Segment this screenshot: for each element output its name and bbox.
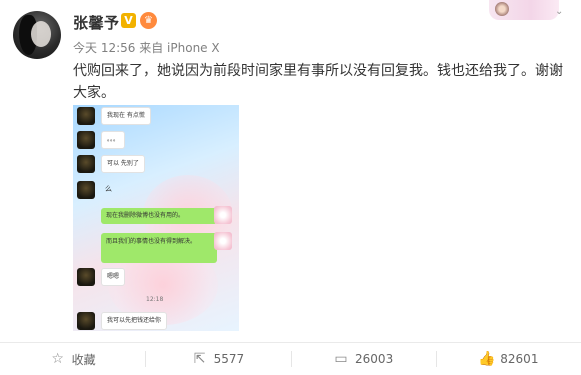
favorite-label: 收藏 xyxy=(71,352,96,367)
comment-icon: ▭ xyxy=(334,351,348,367)
forward-button[interactable]: ⇱ 5577 xyxy=(145,343,290,375)
chat-avatar xyxy=(77,107,95,125)
share-icon: ⇱ xyxy=(193,351,206,367)
forward-count: 5577 xyxy=(213,352,245,366)
chat-bubble: 我现在 有点慌 xyxy=(101,107,151,125)
post-timestamp[interactable]: 今天 12:56 xyxy=(73,41,135,55)
chat-avatar xyxy=(77,268,95,286)
comment-count: 26003 xyxy=(355,352,394,366)
post-source[interactable]: 来自 iPhone X xyxy=(139,41,219,55)
favorite-button[interactable]: ☆ 收藏 xyxy=(0,343,145,375)
chat-bubble: 我可以先把钱还给你 xyxy=(101,312,168,330)
chat-avatar xyxy=(77,155,95,173)
chat-avatar xyxy=(214,206,232,224)
avatar[interactable] xyxy=(13,11,61,59)
weibo-post: 张馨予 V ♛ 今天 12:56 来自 iPhone X ⌄ 代购回来了，她说因… xyxy=(0,0,581,375)
chat-bubble: 嗯嗯 xyxy=(101,268,126,286)
thumbs-up-icon: 👍 xyxy=(478,351,496,367)
chat-avatar xyxy=(77,312,95,330)
post-meta: 今天 12:56 来自 iPhone X xyxy=(73,39,220,56)
vip-badge[interactable]: V xyxy=(121,13,136,28)
action-bar: ☆ 收藏 ⇱ 5577 ▭ 26003 👍 82601 xyxy=(0,343,581,375)
username[interactable]: 张馨予 xyxy=(73,12,120,33)
chat-text: 么 xyxy=(105,185,112,193)
chat-time: 12:18 xyxy=(146,296,164,303)
member-crown-icon[interactable]: ♛ xyxy=(140,12,157,29)
post-image[interactable]: 我现在 有点慌 。。。 可以 先别了 么 现在我删除微博也没有用的。 而且我们的… xyxy=(73,105,239,331)
post-text: 代购回来了，她说因为前段时间家里有事所以没有回复我。钱也还给我了。谢谢大家。 xyxy=(73,63,563,101)
chat-avatar xyxy=(214,232,232,250)
like-count: 82601 xyxy=(500,352,539,366)
chat-bubble-green: 现在我删除微博也没有用的。 xyxy=(101,208,217,224)
chat-bubble: 可以 先别了 xyxy=(101,155,145,173)
chat-avatar xyxy=(77,131,95,149)
card-decoration xyxy=(489,0,559,20)
chat-avatar xyxy=(77,181,95,199)
star-icon: ☆ xyxy=(51,351,64,367)
like-button[interactable]: 👍 82601 xyxy=(435,343,581,375)
chat-bubble-green: 而且我们的事情也没有得到解决。 xyxy=(101,233,217,263)
comment-button[interactable]: ▭ 26003 xyxy=(290,343,436,375)
chevron-down-icon[interactable]: ⌄ xyxy=(555,6,565,17)
chat-bubble: 。。。 xyxy=(101,131,126,149)
